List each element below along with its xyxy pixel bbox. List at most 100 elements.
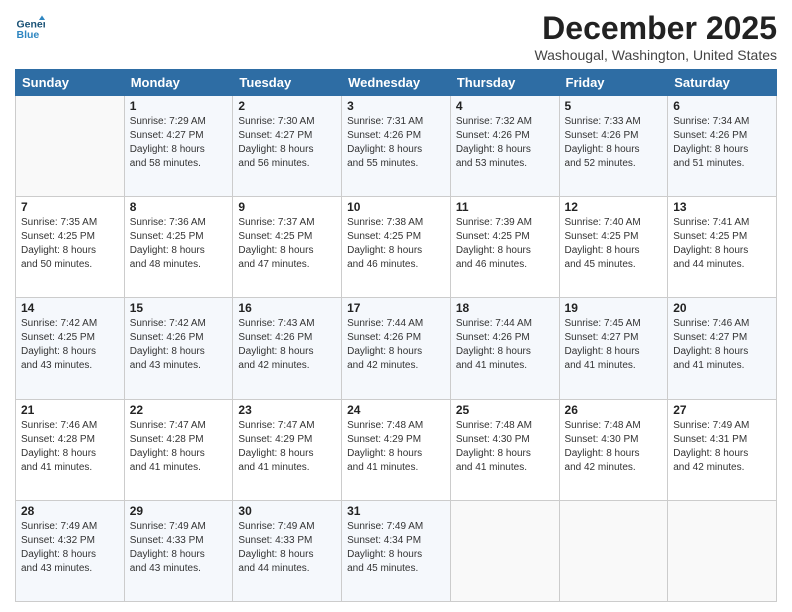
day-number: 15	[130, 301, 228, 315]
calendar-cell	[559, 500, 668, 601]
day-info: Sunrise: 7:42 AMSunset: 4:25 PMDaylight:…	[21, 317, 119, 373]
day-number: 18	[456, 301, 554, 315]
col-wednesday: Wednesday	[342, 70, 451, 96]
col-tuesday: Tuesday	[233, 70, 342, 96]
calendar-body: 1 Sunrise: 7:29 AMSunset: 4:27 PMDaylight…	[16, 96, 777, 602]
day-number: 6	[673, 99, 771, 113]
day-info: Sunrise: 7:49 AMSunset: 4:31 PMDaylight:…	[673, 419, 771, 475]
calendar-cell: 22 Sunrise: 7:47 AMSunset: 4:28 PMDayligh…	[124, 399, 233, 500]
calendar-cell: 30 Sunrise: 7:49 AMSunset: 4:33 PMDayligh…	[233, 500, 342, 601]
col-saturday: Saturday	[668, 70, 777, 96]
calendar-cell: 2Sunrise: 7:30 AMSunset: 4:27 PMDaylight…	[233, 96, 342, 197]
calendar-cell: 24 Sunrise: 7:48 AMSunset: 4:29 PMDayligh…	[342, 399, 451, 500]
calendar-cell: 10 Sunrise: 7:38 AMSunset: 4:25 PMDayligh…	[342, 197, 451, 298]
day-info: Sunrise: 7:35 AMSunset: 4:25 PMDaylight:…	[21, 216, 119, 272]
day-info: Sunrise: 7:47 AMSunset: 4:29 PMDaylight:…	[238, 419, 336, 475]
title-section: December 2025 Washougal, Washington, Uni…	[534, 10, 777, 63]
calendar-cell: 11 Sunrise: 7:39 AMSunset: 4:25 PMDayligh…	[450, 197, 559, 298]
day-number: 5	[565, 99, 663, 113]
day-info: Sunrise: 7:48 AMSunset: 4:30 PMDaylight:…	[456, 419, 554, 475]
day-info: Sunrise: 7:39 AMSunset: 4:25 PMDaylight:…	[456, 216, 554, 272]
day-info: Sunrise: 7:38 AMSunset: 4:25 PMDaylight:…	[347, 216, 445, 272]
calendar-cell: 5 Sunrise: 7:33 AMSunset: 4:26 PMDaylight…	[559, 96, 668, 197]
day-number: 4	[456, 99, 554, 113]
calendar-cell	[450, 500, 559, 601]
day-number: 24	[347, 403, 445, 417]
calendar-cell: 14 Sunrise: 7:42 AMSunset: 4:25 PMDayligh…	[16, 298, 125, 399]
calendar-cell: 26Sunrise: 7:48 AMSunset: 4:30 PMDayligh…	[559, 399, 668, 500]
day-number: 17	[347, 301, 445, 315]
day-info: Sunrise: 7:46 AMSunset: 4:28 PMDaylight:…	[21, 419, 119, 475]
calendar-cell: 28 Sunrise: 7:49 AMSunset: 4:32 PMDayligh…	[16, 500, 125, 601]
day-number: 22	[130, 403, 228, 417]
calendar-cell: 18 Sunrise: 7:44 AMSunset: 4:26 PMDayligh…	[450, 298, 559, 399]
day-number: 29	[130, 504, 228, 518]
calendar-cell: 27Sunrise: 7:49 AMSunset: 4:31 PMDayligh…	[668, 399, 777, 500]
day-info: Sunrise: 7:46 AMSunset: 4:27 PMDaylight:…	[673, 317, 771, 373]
calendar-cell: 15 Sunrise: 7:42 AMSunset: 4:26 PMDayligh…	[124, 298, 233, 399]
col-friday: Friday	[559, 70, 668, 96]
calendar-cell	[16, 96, 125, 197]
day-info: Sunrise: 7:42 AMSunset: 4:26 PMDaylight:…	[130, 317, 228, 373]
day-info: Sunrise: 7:44 AMSunset: 4:26 PMDaylight:…	[347, 317, 445, 373]
calendar-cell: 4Sunrise: 7:32 AMSunset: 4:26 PMDaylight…	[450, 96, 559, 197]
col-monday: Monday	[124, 70, 233, 96]
calendar-cell: 1 Sunrise: 7:29 AMSunset: 4:27 PMDaylight…	[124, 96, 233, 197]
calendar-cell: 23 Sunrise: 7:47 AMSunset: 4:29 PMDayligh…	[233, 399, 342, 500]
day-info: Sunrise: 7:33 AMSunset: 4:26 PMDaylight:…	[565, 115, 663, 171]
day-info: Sunrise: 7:34 AMSunset: 4:26 PMDaylight:…	[673, 115, 771, 171]
day-number: 28	[21, 504, 119, 518]
calendar-cell: 8Sunrise: 7:36 AMSunset: 4:25 PMDaylight…	[124, 197, 233, 298]
day-info: Sunrise: 7:49 AMSunset: 4:33 PMDaylight:…	[130, 520, 228, 576]
calendar-cell: 20Sunrise: 7:46 AMSunset: 4:27 PMDayligh…	[668, 298, 777, 399]
day-info: Sunrise: 7:47 AMSunset: 4:28 PMDaylight:…	[130, 419, 228, 475]
day-info: Sunrise: 7:29 AMSunset: 4:27 PMDaylight:…	[130, 115, 228, 171]
day-number: 11	[456, 200, 554, 214]
calendar-cell: 6 Sunrise: 7:34 AMSunset: 4:26 PMDaylight…	[668, 96, 777, 197]
day-info: Sunrise: 7:43 AMSunset: 4:26 PMDaylight:…	[238, 317, 336, 373]
day-info: Sunrise: 7:40 AMSunset: 4:25 PMDaylight:…	[565, 216, 663, 272]
calendar-cell: 9Sunrise: 7:37 AMSunset: 4:25 PMDaylight…	[233, 197, 342, 298]
svg-text:Blue: Blue	[17, 29, 40, 41]
calendar-cell: 12 Sunrise: 7:40 AMSunset: 4:25 PMDayligh…	[559, 197, 668, 298]
day-info: Sunrise: 7:49 AMSunset: 4:32 PMDaylight:…	[21, 520, 119, 576]
week-row-4: 21 Sunrise: 7:46 AMSunset: 4:28 PMDayligh…	[16, 399, 777, 500]
day-number: 25	[456, 403, 554, 417]
header: General Blue December 2025 Washougal, Wa…	[15, 10, 777, 63]
day-info: Sunrise: 7:41 AMSunset: 4:25 PMDaylight:…	[673, 216, 771, 272]
calendar-cell: 21 Sunrise: 7:46 AMSunset: 4:28 PMDayligh…	[16, 399, 125, 500]
day-number: 1	[130, 99, 228, 113]
logo-icon: General Blue	[15, 14, 45, 44]
calendar-cell: 25 Sunrise: 7:48 AMSunset: 4:30 PMDayligh…	[450, 399, 559, 500]
calendar-cell: 29 Sunrise: 7:49 AMSunset: 4:33 PMDayligh…	[124, 500, 233, 601]
day-number: 10	[347, 200, 445, 214]
day-info: Sunrise: 7:30 AMSunset: 4:27 PMDaylight:…	[238, 115, 336, 171]
calendar-cell: 7Sunrise: 7:35 AMSunset: 4:25 PMDaylight…	[16, 197, 125, 298]
day-number: 12	[565, 200, 663, 214]
day-number: 31	[347, 504, 445, 518]
day-number: 16	[238, 301, 336, 315]
day-number: 3	[347, 99, 445, 113]
calendar-table: Sunday Monday Tuesday Wednesday Thursday…	[15, 69, 777, 602]
day-info: Sunrise: 7:48 AMSunset: 4:30 PMDaylight:…	[565, 419, 663, 475]
day-info: Sunrise: 7:49 AMSunset: 4:34 PMDaylight:…	[347, 520, 445, 576]
day-number: 30	[238, 504, 336, 518]
calendar-cell: 3 Sunrise: 7:31 AMSunset: 4:26 PMDaylight…	[342, 96, 451, 197]
month-title: December 2025	[534, 10, 777, 47]
day-number: 23	[238, 403, 336, 417]
day-number: 21	[21, 403, 119, 417]
day-number: 9	[238, 200, 336, 214]
calendar-cell: 17 Sunrise: 7:44 AMSunset: 4:26 PMDayligh…	[342, 298, 451, 399]
day-number: 14	[21, 301, 119, 315]
day-info: Sunrise: 7:49 AMSunset: 4:33 PMDaylight:…	[238, 520, 336, 576]
day-info: Sunrise: 7:31 AMSunset: 4:26 PMDaylight:…	[347, 115, 445, 171]
col-sunday: Sunday	[16, 70, 125, 96]
calendar-cell: 16 Sunrise: 7:43 AMSunset: 4:26 PMDayligh…	[233, 298, 342, 399]
day-info: Sunrise: 7:44 AMSunset: 4:26 PMDaylight:…	[456, 317, 554, 373]
week-row-3: 14 Sunrise: 7:42 AMSunset: 4:25 PMDayligh…	[16, 298, 777, 399]
header-row: Sunday Monday Tuesday Wednesday Thursday…	[16, 70, 777, 96]
calendar-cell: 19Sunrise: 7:45 AMSunset: 4:27 PMDayligh…	[559, 298, 668, 399]
day-info: Sunrise: 7:48 AMSunset: 4:29 PMDaylight:…	[347, 419, 445, 475]
week-row-2: 7Sunrise: 7:35 AMSunset: 4:25 PMDaylight…	[16, 197, 777, 298]
calendar-cell: 31 Sunrise: 7:49 AMSunset: 4:34 PMDayligh…	[342, 500, 451, 601]
